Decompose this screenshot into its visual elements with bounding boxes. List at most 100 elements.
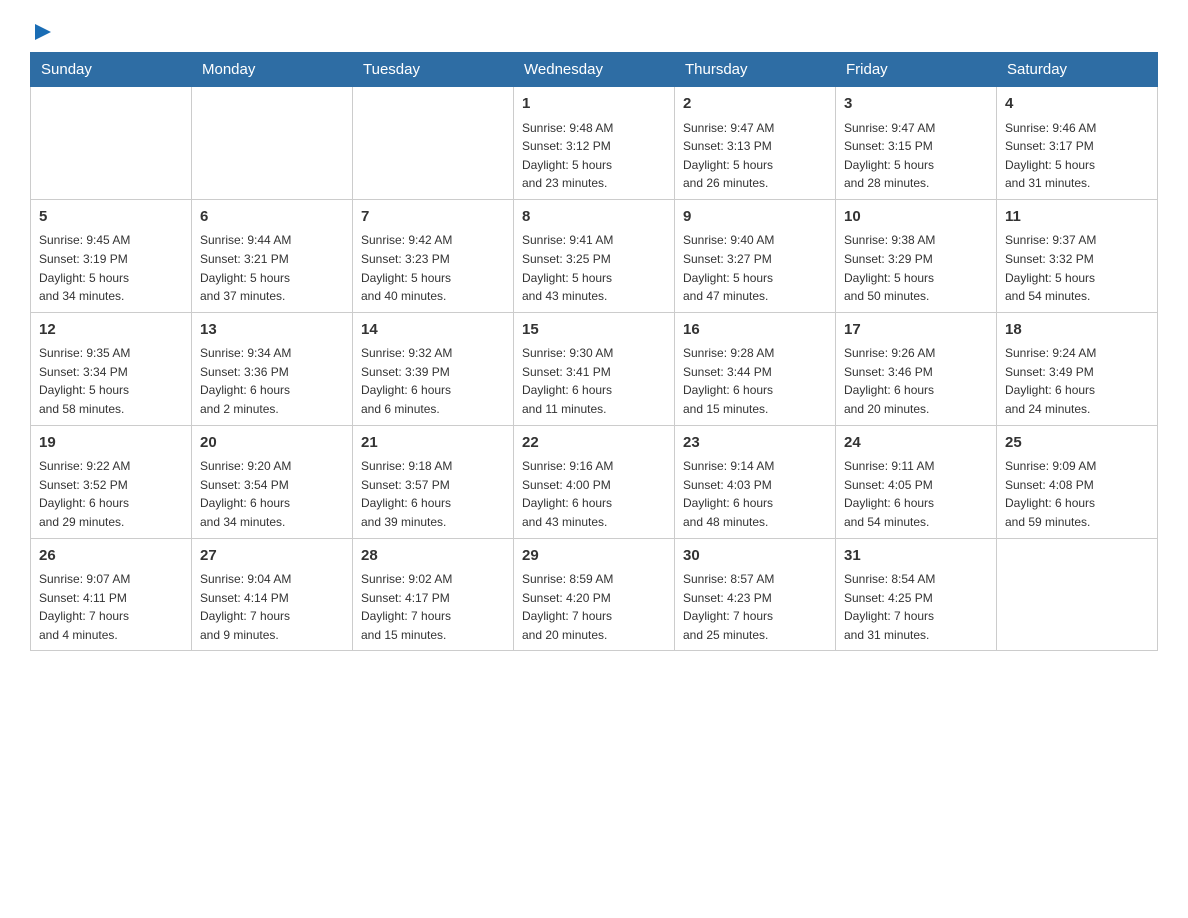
day-info: Sunrise: 9:02 AM Sunset: 4:17 PM Dayligh… (361, 570, 505, 644)
day-info: Sunrise: 9:47 AM Sunset: 3:13 PM Dayligh… (683, 119, 827, 193)
day-number: 6 (200, 206, 344, 229)
day-number: 9 (683, 206, 827, 229)
calendar-cell: 4Sunrise: 9:46 AM Sunset: 3:17 PM Daylig… (997, 87, 1158, 200)
logo-flag-icon (33, 22, 53, 42)
day-info: Sunrise: 9:16 AM Sunset: 4:00 PM Dayligh… (522, 457, 666, 531)
day-number: 24 (844, 432, 988, 455)
calendar-cell: 1 Sunrise: 9:48 AM Sunset: 3:12 PM Daylig… (514, 87, 675, 200)
day-info: Sunrise: 9:24 AM Sunset: 3:49 PM Dayligh… (1005, 344, 1149, 418)
calendar-cell (192, 87, 353, 200)
day-number: 19 (39, 432, 183, 455)
day-info: Sunrise: 9:47 AM Sunset: 3:15 PM Dayligh… (844, 119, 988, 193)
day-info: Sunrise: 9:18 AM Sunset: 3:57 PM Dayligh… (361, 457, 505, 531)
calendar-header-sunday: Sunday (31, 53, 192, 87)
calendar-header-row: SundayMondayTuesdayWednesdayThursdayFrid… (31, 53, 1158, 87)
day-number: 23 (683, 432, 827, 455)
calendar-cell: 6Sunrise: 9:44 AM Sunset: 3:21 PM Daylig… (192, 199, 353, 312)
day-info: Sunrise: 9:09 AM Sunset: 4:08 PM Dayligh… (1005, 457, 1149, 531)
day-number: 3 (844, 93, 988, 116)
calendar-cell: 24Sunrise: 9:11 AM Sunset: 4:05 PM Dayli… (836, 425, 997, 538)
calendar-cell: 17Sunrise: 9:26 AM Sunset: 3:46 PM Dayli… (836, 312, 997, 425)
calendar-cell: 27Sunrise: 9:04 AM Sunset: 4:14 PM Dayli… (192, 538, 353, 651)
day-info: Sunrise: 9:11 AM Sunset: 4:05 PM Dayligh… (844, 457, 988, 531)
day-number: 2 (683, 93, 827, 116)
calendar-cell: 22Sunrise: 9:16 AM Sunset: 4:00 PM Dayli… (514, 425, 675, 538)
calendar-cell: 15Sunrise: 9:30 AM Sunset: 3:41 PM Dayli… (514, 312, 675, 425)
calendar-week-row: 19Sunrise: 9:22 AM Sunset: 3:52 PM Dayli… (31, 425, 1158, 538)
calendar-header-thursday: Thursday (675, 53, 836, 87)
calendar-cell: 12Sunrise: 9:35 AM Sunset: 3:34 PM Dayli… (31, 312, 192, 425)
calendar-week-row: 1 Sunrise: 9:48 AM Sunset: 3:12 PM Daylig… (31, 87, 1158, 200)
day-number: 29 (522, 545, 666, 568)
day-info: Sunrise: 9:28 AM Sunset: 3:44 PM Dayligh… (683, 344, 827, 418)
day-number: 14 (361, 319, 505, 342)
calendar-header-monday: Monday (192, 53, 353, 87)
day-number: 12 (39, 319, 183, 342)
day-info: Sunrise: 9:07 AM Sunset: 4:11 PM Dayligh… (39, 570, 183, 644)
day-info: Sunrise: 9:26 AM Sunset: 3:46 PM Dayligh… (844, 344, 988, 418)
day-info: Sunrise: 9:04 AM Sunset: 4:14 PM Dayligh… (200, 570, 344, 644)
page-header (30, 20, 1158, 42)
day-number: 11 (1005, 206, 1149, 229)
calendar-cell: 14Sunrise: 9:32 AM Sunset: 3:39 PM Dayli… (353, 312, 514, 425)
day-number: 17 (844, 319, 988, 342)
day-number: 28 (361, 545, 505, 568)
calendar-cell: 3 Sunrise: 9:47 AM Sunset: 3:15 PM Daylig… (836, 87, 997, 200)
calendar-cell: 20Sunrise: 9:20 AM Sunset: 3:54 PM Dayli… (192, 425, 353, 538)
day-info: Sunrise: 9:35 AM Sunset: 3:34 PM Dayligh… (39, 344, 183, 418)
calendar-week-row: 26Sunrise: 9:07 AM Sunset: 4:11 PM Dayli… (31, 538, 1158, 651)
day-info: Sunrise: 9:45 AM Sunset: 3:19 PM Dayligh… (39, 231, 183, 305)
calendar-cell: 10Sunrise: 9:38 AM Sunset: 3:29 PM Dayli… (836, 199, 997, 312)
calendar-header-saturday: Saturday (997, 53, 1158, 87)
day-number: 1 (522, 93, 666, 116)
day-info: Sunrise: 9:14 AM Sunset: 4:03 PM Dayligh… (683, 457, 827, 531)
day-number: 13 (200, 319, 344, 342)
day-info: Sunrise: 9:34 AM Sunset: 3:36 PM Dayligh… (200, 344, 344, 418)
calendar-cell: 31Sunrise: 8:54 AM Sunset: 4:25 PM Dayli… (836, 538, 997, 651)
calendar-cell: 23Sunrise: 9:14 AM Sunset: 4:03 PM Dayli… (675, 425, 836, 538)
day-number: 16 (683, 319, 827, 342)
day-info: Sunrise: 8:59 AM Sunset: 4:20 PM Dayligh… (522, 570, 666, 644)
day-info: Sunrise: 8:54 AM Sunset: 4:25 PM Dayligh… (844, 570, 988, 644)
day-info: Sunrise: 9:42 AM Sunset: 3:23 PM Dayligh… (361, 231, 505, 305)
day-info: Sunrise: 9:41 AM Sunset: 3:25 PM Dayligh… (522, 231, 666, 305)
day-number: 10 (844, 206, 988, 229)
day-info: Sunrise: 9:38 AM Sunset: 3:29 PM Dayligh… (844, 231, 988, 305)
day-info: Sunrise: 9:32 AM Sunset: 3:39 PM Dayligh… (361, 344, 505, 418)
day-number: 8 (522, 206, 666, 229)
day-number: 15 (522, 319, 666, 342)
calendar-cell: 7Sunrise: 9:42 AM Sunset: 3:23 PM Daylig… (353, 199, 514, 312)
day-info: Sunrise: 9:22 AM Sunset: 3:52 PM Dayligh… (39, 457, 183, 531)
calendar-header-friday: Friday (836, 53, 997, 87)
calendar-header-wednesday: Wednesday (514, 53, 675, 87)
calendar-cell: 8Sunrise: 9:41 AM Sunset: 3:25 PM Daylig… (514, 199, 675, 312)
day-info: Sunrise: 8:57 AM Sunset: 4:23 PM Dayligh… (683, 570, 827, 644)
calendar-table: SundayMondayTuesdayWednesdayThursdayFrid… (30, 52, 1158, 651)
calendar-cell: 16Sunrise: 9:28 AM Sunset: 3:44 PM Dayli… (675, 312, 836, 425)
day-number: 21 (361, 432, 505, 455)
calendar-header-tuesday: Tuesday (353, 53, 514, 87)
day-info: Sunrise: 9:30 AM Sunset: 3:41 PM Dayligh… (522, 344, 666, 418)
day-info: Sunrise: 9:37 AM Sunset: 3:32 PM Dayligh… (1005, 231, 1149, 305)
day-info: Sunrise: 9:40 AM Sunset: 3:27 PM Dayligh… (683, 231, 827, 305)
calendar-cell: 13Sunrise: 9:34 AM Sunset: 3:36 PM Dayli… (192, 312, 353, 425)
calendar-cell: 25Sunrise: 9:09 AM Sunset: 4:08 PM Dayli… (997, 425, 1158, 538)
day-info: Sunrise: 9:48 AM Sunset: 3:12 PM Dayligh… (522, 119, 666, 193)
day-info: Sunrise: 9:44 AM Sunset: 3:21 PM Dayligh… (200, 231, 344, 305)
calendar-cell: 11Sunrise: 9:37 AM Sunset: 3:32 PM Dayli… (997, 199, 1158, 312)
logo (30, 20, 53, 42)
day-number: 30 (683, 545, 827, 568)
calendar-cell: 2 Sunrise: 9:47 AM Sunset: 3:13 PM Daylig… (675, 87, 836, 200)
calendar-week-row: 5Sunrise: 9:45 AM Sunset: 3:19 PM Daylig… (31, 199, 1158, 312)
calendar-cell: 19Sunrise: 9:22 AM Sunset: 3:52 PM Dayli… (31, 425, 192, 538)
day-number: 5 (39, 206, 183, 229)
day-number: 4 (1005, 93, 1149, 116)
calendar-week-row: 12Sunrise: 9:35 AM Sunset: 3:34 PM Dayli… (31, 312, 1158, 425)
calendar-cell (353, 87, 514, 200)
calendar-cell: 9Sunrise: 9:40 AM Sunset: 3:27 PM Daylig… (675, 199, 836, 312)
day-number: 22 (522, 432, 666, 455)
calendar-cell: 21Sunrise: 9:18 AM Sunset: 3:57 PM Dayli… (353, 425, 514, 538)
day-number: 20 (200, 432, 344, 455)
calendar-cell: 29Sunrise: 8:59 AM Sunset: 4:20 PM Dayli… (514, 538, 675, 651)
calendar-cell: 18Sunrise: 9:24 AM Sunset: 3:49 PM Dayli… (997, 312, 1158, 425)
